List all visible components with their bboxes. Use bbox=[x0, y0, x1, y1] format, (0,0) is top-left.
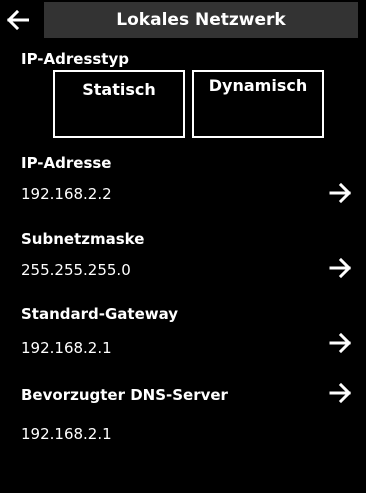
dns-server-forward-icon[interactable] bbox=[328, 381, 352, 405]
gateway-forward-icon[interactable] bbox=[328, 331, 352, 355]
dynamic-option-label: Dynamisch bbox=[208, 76, 308, 95]
static-option-label: Statisch bbox=[82, 80, 156, 99]
gateway-value: 192.168.2.1 bbox=[21, 339, 112, 357]
dns-server-value: 192.168.2.1 bbox=[21, 425, 112, 443]
ip-address-value: 192.168.2.2 bbox=[21, 185, 112, 203]
gateway-label: Standard-Gateway bbox=[21, 305, 179, 323]
subnet-mask-value: 255.255.255.0 bbox=[21, 261, 131, 279]
back-button[interactable] bbox=[0, 2, 42, 38]
dns-server-label: Bevorzugter DNS-Server bbox=[21, 386, 228, 404]
subnet-mask-label: Subnetzmaske bbox=[21, 230, 145, 248]
ip-type-label: IP-Adresstyp bbox=[21, 50, 129, 68]
subnet-mask-forward-icon[interactable] bbox=[328, 256, 352, 280]
ip-address-label: IP-Adresse bbox=[21, 154, 112, 172]
static-option-button[interactable]: Statisch bbox=[53, 70, 185, 138]
dynamic-option-button[interactable]: Dynamisch bbox=[192, 70, 324, 138]
page-title: Lokales Netzwerk bbox=[44, 2, 358, 38]
header: Lokales Netzwerk bbox=[0, 0, 366, 40]
ip-address-forward-icon[interactable] bbox=[328, 181, 352, 205]
